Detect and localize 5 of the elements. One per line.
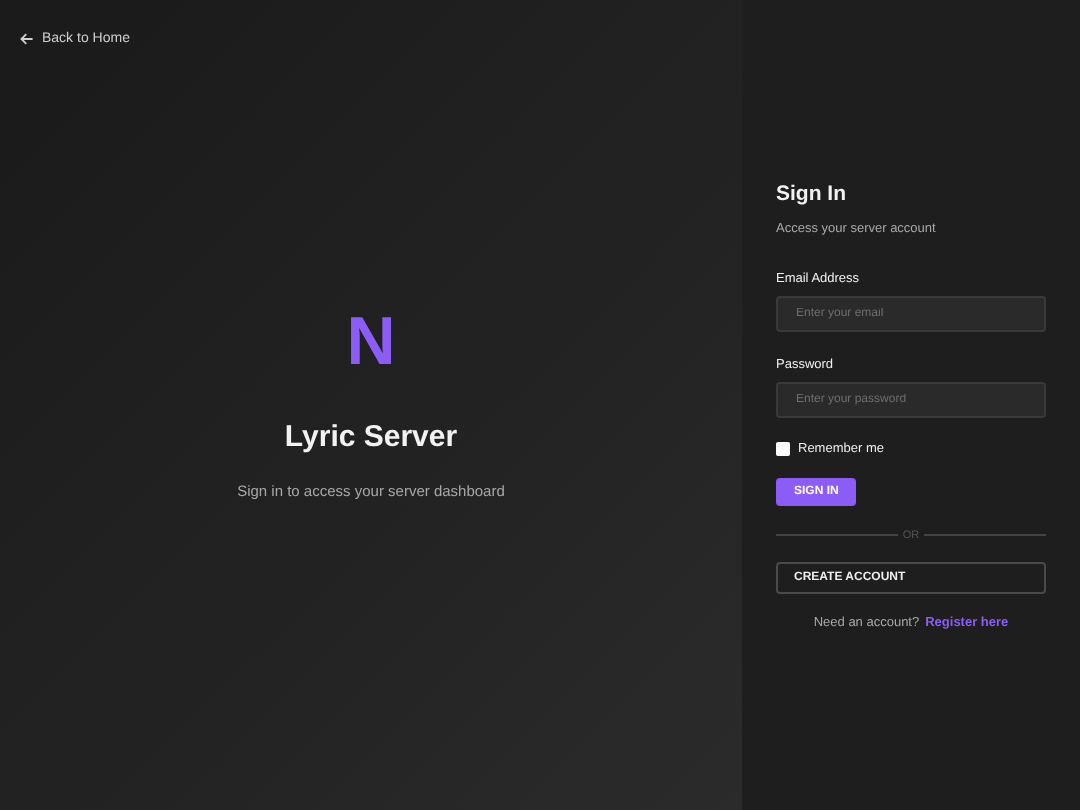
- app-title: Lyric Server: [284, 419, 458, 453]
- remember-checkbox[interactable]: [776, 441, 790, 455]
- arrow-left-icon: [20, 32, 34, 46]
- form-title: Sign In: [776, 181, 848, 205]
- logo-letter: N: [346, 307, 396, 375]
